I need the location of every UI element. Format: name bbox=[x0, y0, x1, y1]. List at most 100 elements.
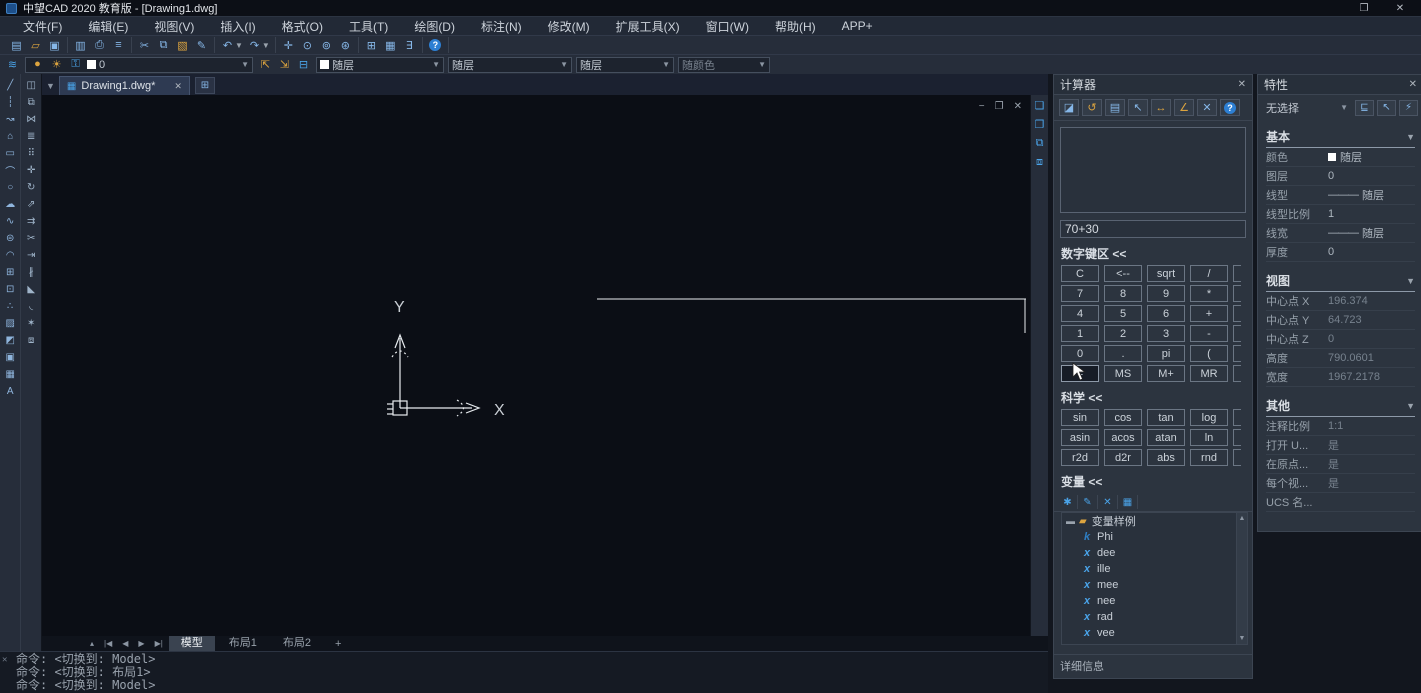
hatch-icon[interactable]: ▨ bbox=[1, 315, 20, 332]
menu-item-13[interactable]: APP+ bbox=[829, 19, 886, 33]
plot-preview-icon[interactable]: ▥ bbox=[71, 37, 90, 53]
help-icon[interactable]: ? bbox=[426, 37, 445, 53]
open-file-icon[interactable]: ▱ bbox=[26, 37, 45, 53]
sci-button-acos[interactable]: acos bbox=[1104, 429, 1142, 446]
tab-list-dropdown-icon[interactable]: ▼ bbox=[44, 81, 59, 95]
variable-item[interactable]: xdee bbox=[1062, 545, 1247, 561]
numpad-button-<--[interactable]: <-- bbox=[1104, 265, 1142, 282]
numpad-button-9[interactable]: 9 bbox=[1147, 285, 1185, 302]
layout-tab-1[interactable]: 模型 bbox=[169, 636, 215, 651]
property-row[interactable]: 图层0 bbox=[1266, 167, 1415, 186]
sci-button-tan[interactable]: tan bbox=[1147, 409, 1185, 426]
menu-item-5[interactable]: 格式(O) bbox=[269, 18, 336, 35]
calculator-history[interactable] bbox=[1060, 127, 1246, 213]
table-icon[interactable]: ▦ bbox=[1, 366, 20, 383]
numpad-button-+[interactable]: + bbox=[1190, 305, 1228, 322]
calc-distance-between-points-icon[interactable]: ↔ bbox=[1151, 99, 1171, 116]
drawing-canvas[interactable]: −❐✕ bbox=[42, 95, 1030, 636]
scientific-section-title[interactable]: 科学 << bbox=[1054, 382, 1252, 409]
menu-item-8[interactable]: 标注(N) bbox=[468, 18, 535, 35]
prev-layout-icon[interactable]: ◀ bbox=[118, 639, 132, 648]
zoom-realtime-icon[interactable]: ⊙ bbox=[298, 37, 317, 53]
property-row[interactable]: 线型比例1 bbox=[1266, 205, 1415, 224]
menu-item-12[interactable]: 帮助(H) bbox=[762, 18, 829, 35]
numpad-button-MS[interactable]: MS bbox=[1104, 365, 1142, 382]
numpad-button-sqrt[interactable]: sqrt bbox=[1147, 265, 1185, 282]
array-icon[interactable]: ⠿ bbox=[22, 145, 41, 162]
calculator-close-icon[interactable]: ✕ bbox=[1238, 79, 1246, 90]
zoom-window-icon[interactable]: ⊚ bbox=[317, 37, 336, 53]
menu-item-1[interactable]: 文件(F) bbox=[10, 18, 75, 35]
construction-line-icon[interactable]: ┆ bbox=[1, 94, 20, 111]
new-tab-button[interactable]: ⊞ bbox=[195, 77, 215, 94]
numpad-button-([interactable]: ( bbox=[1190, 345, 1228, 362]
variable-item[interactable]: xvee bbox=[1062, 625, 1247, 641]
numpad-button-4[interactable]: 4 bbox=[1061, 305, 1099, 322]
cut-icon[interactable]: ✂ bbox=[135, 37, 154, 53]
variables-section-title[interactable]: 变量 << bbox=[1054, 466, 1252, 493]
ellipse-arc-icon[interactable]: ◠ bbox=[1, 247, 20, 264]
pan-icon[interactable]: ✛ bbox=[279, 37, 298, 53]
variables-tree[interactable]: ▬▰变量样例kPhixdeexillexmeexneexradxveexvee1… bbox=[1061, 512, 1248, 645]
tab-close-icon[interactable]: ✕ bbox=[174, 81, 182, 92]
polygon-icon[interactable]: ⌂ bbox=[1, 128, 20, 145]
new-file-icon[interactable]: ▤ bbox=[7, 37, 26, 53]
spline-icon[interactable]: ∿ bbox=[1, 213, 20, 230]
restore-window-button[interactable]: ❐ bbox=[1349, 3, 1379, 14]
menu-item-9[interactable]: 修改(M) bbox=[535, 18, 603, 35]
stretch-icon[interactable]: ⇉ bbox=[22, 213, 41, 230]
variable-item[interactable]: xrad bbox=[1062, 609, 1247, 625]
property-row[interactable]: 注释比例1:1 bbox=[1266, 417, 1415, 436]
trim-icon[interactable]: ✂ bbox=[22, 230, 41, 247]
property-row[interactable]: 中心点 Z0 bbox=[1266, 330, 1415, 349]
sci-button-log[interactable]: log bbox=[1190, 409, 1228, 426]
numpad-button-pi[interactable]: pi bbox=[1147, 345, 1185, 362]
variable-item[interactable]: kPhi bbox=[1062, 529, 1247, 545]
add-layout-button[interactable]: + bbox=[325, 638, 351, 650]
erase-icon[interactable]: ◫ bbox=[22, 77, 41, 94]
publish-icon[interactable]: ≡ bbox=[109, 37, 128, 53]
details-label[interactable]: 详细信息 bbox=[1054, 654, 1252, 678]
document-tab[interactable]: ▦ Drawing1.dwg* ✕ bbox=[59, 76, 190, 95]
layout-tab-2[interactable]: 布局1 bbox=[217, 636, 269, 651]
variable-item[interactable]: xmee bbox=[1062, 577, 1247, 593]
menu-item-7[interactable]: 绘图(D) bbox=[401, 18, 468, 35]
polyline-icon[interactable]: ↝ bbox=[1, 111, 20, 128]
sci-button-ln[interactable]: ln bbox=[1190, 429, 1228, 446]
property-row[interactable]: 线宽———随层 bbox=[1266, 224, 1415, 243]
color-combo[interactable]: 随层 ▼ bbox=[316, 57, 444, 73]
fillet-icon[interactable]: ◟ bbox=[22, 298, 41, 315]
next-layout-icon[interactable]: ▶ bbox=[134, 639, 148, 648]
property-row[interactable]: 打开 U...是 bbox=[1266, 436, 1415, 455]
layer-previous-icon[interactable]: ⇲ bbox=[276, 58, 293, 71]
variables-scrollbar[interactable]: ▲▼ bbox=[1236, 513, 1247, 644]
calc-clear-history-icon[interactable]: ↺ bbox=[1082, 99, 1102, 116]
variables-folder-row[interactable]: ▬▰变量样例 bbox=[1062, 513, 1247, 529]
mirror-icon[interactable]: ⋈ bbox=[22, 111, 41, 128]
property-row[interactable]: 在原点...是 bbox=[1266, 455, 1415, 474]
numpad-button-C[interactable]: C bbox=[1061, 265, 1099, 282]
selection-combo[interactable]: 无选择 ▼ bbox=[1263, 99, 1351, 116]
plotstyle-combo[interactable]: 随颜色 ▼ bbox=[678, 57, 770, 73]
make-block-icon[interactable]: ⊡ bbox=[1, 281, 20, 298]
menu-item-3[interactable]: 视图(V) bbox=[141, 18, 207, 35]
edit-variable-icon[interactable]: ✎ bbox=[1082, 495, 1098, 509]
sci-button-rnd[interactable]: rnd bbox=[1190, 449, 1228, 466]
sci-button-atan[interactable]: atan bbox=[1147, 429, 1185, 446]
move-icon[interactable]: ✛ bbox=[22, 162, 41, 179]
circle-icon[interactable]: ○ bbox=[1, 179, 20, 196]
numpad-section-title[interactable]: 数字键区 << bbox=[1054, 238, 1252, 265]
explode-icon[interactable]: ✶ bbox=[22, 315, 41, 332]
pickadd-toggle-icon[interactable]: ⊑ bbox=[1355, 100, 1374, 116]
make-layer-current-icon[interactable]: ⇱ bbox=[257, 58, 274, 71]
lineweight-combo[interactable]: 随层 ▼ bbox=[576, 57, 674, 73]
revision-cloud-icon[interactable]: ☁ bbox=[1, 196, 20, 213]
chevron-down-icon[interactable]: ▼ bbox=[235, 41, 243, 50]
break-icon[interactable]: ∦ bbox=[22, 264, 41, 281]
property-row[interactable]: 线型———随层 bbox=[1266, 186, 1415, 205]
numpad-button-MR[interactable]: MR bbox=[1190, 365, 1228, 382]
join-icon[interactable]: ⧈ bbox=[22, 332, 41, 349]
bring-above-object-icon[interactable]: ⧉ bbox=[1032, 137, 1048, 150]
plot-icon[interactable]: ⎙ bbox=[90, 37, 109, 53]
numpad-button-7[interactable]: 7 bbox=[1061, 285, 1099, 302]
